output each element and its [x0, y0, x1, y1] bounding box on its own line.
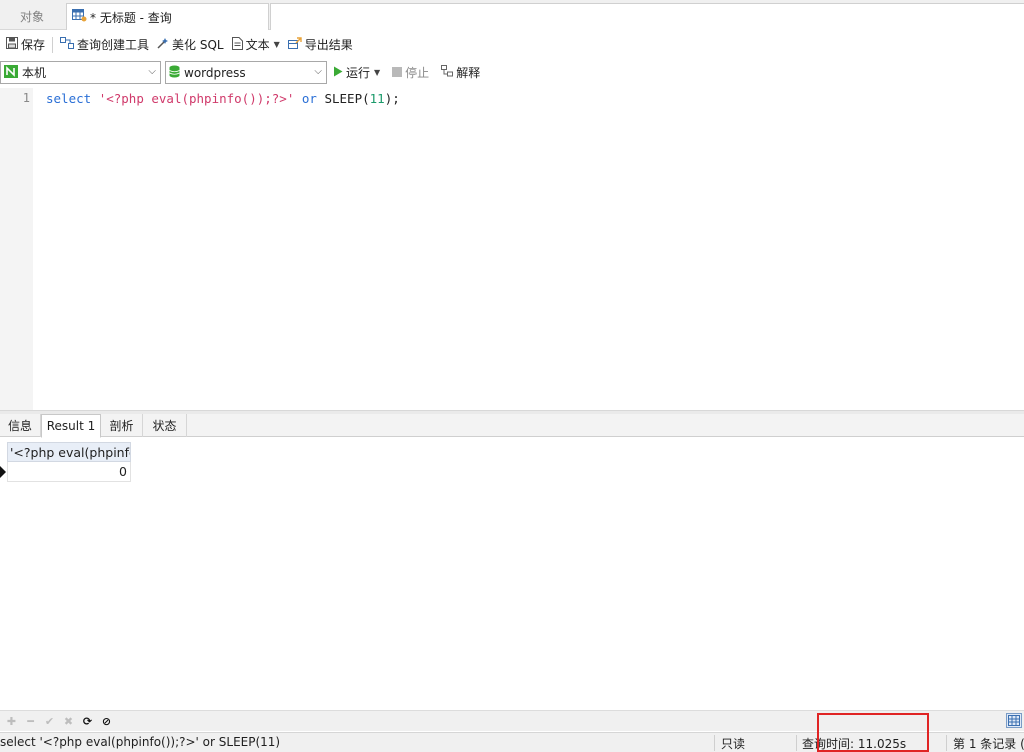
line-number: 1 [22, 91, 30, 105]
query-toolbar: 保存 查询创建工具 美化 SQL 文本 ▼ 导出结果 [0, 31, 1024, 58]
tab-info[interactable]: 信息 [0, 414, 41, 437]
result-tabs: 信息 Result 1 剖析 状态 [0, 414, 1024, 438]
beautify-sql-label: 美化 SQL [172, 38, 224, 52]
chevron-down-icon: ⌵ [148, 66, 156, 77]
status-divider [796, 735, 797, 751]
run-button[interactable]: 运行 [346, 64, 370, 81]
database-select[interactable]: wordpress ⌵ [165, 61, 327, 84]
tab-bar: 对象 * 无标题 - 查询 [0, 0, 1024, 30]
apply-changes-button[interactable]: ✔ [40, 712, 59, 730]
tab-info-label: 信息 [7, 419, 32, 433]
run-controls: 运行 ▼ 停止 解释 [333, 61, 480, 84]
tab-query[interactable]: * 无标题 - 查询 [66, 3, 269, 30]
toolbar-divider [52, 36, 54, 53]
tab-profile[interactable]: 剖析 [101, 414, 143, 437]
grid-cell[interactable]: 0 [7, 462, 131, 482]
result-grid: '<?php eval(phpinfo 0 [0, 438, 1024, 710]
export-icon [287, 37, 302, 52]
tab-status-label: 状态 [152, 419, 177, 433]
save-icon [6, 37, 18, 52]
explain-icon [441, 65, 454, 80]
tab-objects-label: 对象 [19, 10, 44, 24]
status-sql: select '<?php eval(phpinfo());?>' or SLE… [0, 735, 281, 749]
tab-result-1[interactable]: Result 1 [41, 414, 101, 438]
sql-editor[interactable]: 1 select '<?php eval(phpinfo());?>' or S… [0, 88, 1024, 410]
export-results-button[interactable]: 导出结果 [284, 34, 357, 56]
query-builder-icon [60, 37, 75, 52]
database-label: wordpress [184, 65, 246, 80]
status-divider [946, 735, 947, 751]
tab-status[interactable]: 状态 [143, 414, 187, 437]
status-divider [714, 735, 715, 751]
explain-button[interactable]: 解释 [456, 64, 480, 81]
tab-query-label: * 无标题 - 查询 [90, 10, 172, 25]
sql-function: SLEEP( [324, 91, 370, 106]
export-results-label: 导出结果 [304, 38, 353, 52]
discard-changes-button[interactable]: ✖ [59, 712, 78, 730]
stop-refresh-icon[interactable]: ⊘ [97, 712, 116, 730]
tab-bar-empty [270, 3, 1024, 30]
sql-keyword: select [46, 91, 92, 106]
connection-bar: 本机 ⌵ wordpress ⌵ 运行 ▼ 停止 解释 [0, 59, 1024, 87]
save-label: 保存 [21, 38, 46, 52]
line-number-gutter: 1 [0, 88, 33, 410]
save-button[interactable]: 保存 [2, 34, 49, 56]
query-builder-button[interactable]: 查询创建工具 [56, 34, 153, 56]
grid-column-header[interactable]: '<?php eval(phpinfo [7, 442, 131, 462]
document-icon [231, 36, 243, 53]
database-icon [169, 65, 180, 81]
query-builder-label: 查询创建工具 [77, 38, 150, 52]
chevron-down-icon[interactable]: ▼ [374, 68, 380, 77]
chevron-down-icon: ⌵ [314, 66, 322, 77]
tab-objects[interactable]: 对象 [0, 3, 64, 30]
query-time-highlight [817, 713, 929, 752]
tab-result-1-label: Result 1 [46, 419, 96, 433]
status-record: 第 1 条记录 ( [953, 737, 1024, 751]
sql-punctuation: ); [384, 91, 400, 106]
beautify-sql-button[interactable]: 美化 SQL [153, 34, 228, 56]
grid-view-icon[interactable] [1006, 713, 1022, 728]
connection-label: 本机 [22, 66, 47, 80]
stop-icon [392, 66, 403, 80]
text-label: 文本 [245, 38, 270, 52]
sql-string: '<?php eval(phpinfo());?>' [98, 91, 295, 106]
connection-icon [4, 64, 18, 81]
status-readonly: 只读 [721, 737, 746, 751]
sql-keyword: or [301, 91, 317, 106]
chevron-down-icon: ▼ [273, 40, 280, 49]
run-icon[interactable] [333, 66, 343, 80]
add-record-button[interactable]: ✚ [2, 712, 21, 730]
sql-number: 11 [369, 91, 385, 106]
query-table-icon [72, 9, 87, 25]
refresh-icon[interactable]: ⟳ [78, 712, 97, 730]
beautify-icon [157, 37, 169, 52]
tab-profile-label: 剖析 [109, 419, 134, 433]
current-row-indicator [0, 466, 6, 478]
sql-code-line[interactable]: select '<?php eval(phpinfo());?>' or SLE… [46, 91, 400, 106]
text-button[interactable]: 文本 ▼ [228, 34, 284, 56]
connection-select[interactable]: 本机 ⌵ [0, 61, 161, 84]
stop-button[interactable]: 停止 [405, 64, 429, 81]
delete-record-button[interactable]: ━ [21, 712, 40, 730]
cell-value: 0 [119, 464, 127, 479]
column-header-label: '<?php eval(phpinfo [10, 444, 131, 460]
